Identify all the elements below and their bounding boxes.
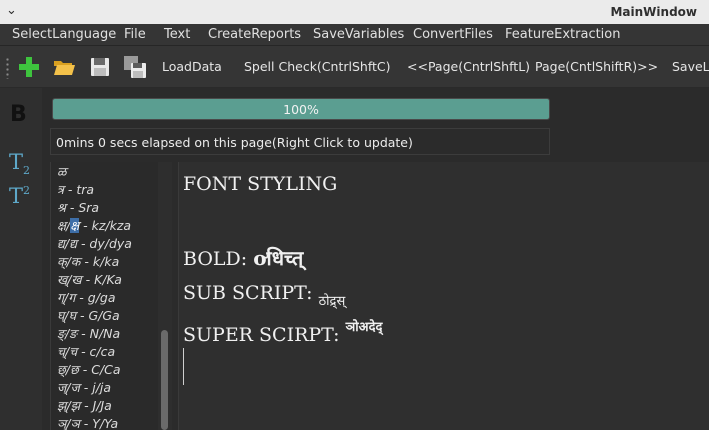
next-page-button[interactable]: Page(CntlShiftR)>> <box>535 59 658 74</box>
list-item[interactable]: क्/क - k/ka <box>57 253 119 271</box>
superscript-label: SUPER SCIRPT: <box>183 324 346 346</box>
elapsed-time-text: 0mins 0 secs elapsed on this page(Right … <box>56 135 413 150</box>
list-item-roman: - tra <box>63 182 95 197</box>
window-menu-icon[interactable]: ⌄ <box>6 3 17 18</box>
list-item[interactable]: ळ <box>57 163 67 181</box>
bold-label: BOLD: <box>183 248 254 270</box>
list-item[interactable]: द्य/द्य - dy/dya <box>57 235 132 253</box>
superscript-mark: 2 <box>23 184 31 197</box>
progress-text: 100% <box>283 102 319 117</box>
bold-sample: ơधिच्त् <box>253 246 304 270</box>
menu-file[interactable]: File <box>124 27 146 42</box>
spell-check-button[interactable]: Spell Check(CntrlShftC) <box>244 59 391 74</box>
prev-page-button[interactable]: <<Page(CntrlShftL) <box>407 59 530 74</box>
list-item-char: ज्/ज <box>57 380 80 395</box>
superscript-button[interactable]: T2 <box>9 184 30 208</box>
page-progress-bar: 100% <box>52 98 550 120</box>
list-item-char: श्र <box>57 200 66 215</box>
list-item-char: ळ <box>57 164 67 179</box>
menu-save-variables[interactable]: SaveVariables <box>313 27 404 42</box>
open-folder-icon[interactable] <box>52 55 76 79</box>
list-item[interactable]: ख्/ख - K/Ka <box>57 271 122 289</box>
character-list-scrollbar[interactable] <box>158 162 172 430</box>
menu-feature-extraction[interactable]: FeatureExtraction <box>505 27 621 42</box>
list-item-char: ग्/ग <box>57 290 76 305</box>
list-item-roman: - dy/dya <box>76 236 132 251</box>
load-data-button[interactable]: LoadData <box>162 59 222 74</box>
save-icon[interactable] <box>88 55 112 79</box>
list-item-char: क्/क <box>57 254 81 269</box>
list-item-char: च्/च <box>57 344 78 359</box>
save-log-button[interactable]: SaveLo <box>672 59 709 74</box>
list-item[interactable]: ग्/ग - g/ga <box>57 289 116 307</box>
list-item-char: झ्/झ <box>57 398 81 413</box>
text-caret <box>183 348 184 385</box>
list-item-roman: - K/Ka <box>81 272 122 287</box>
menu-text[interactable]: Text <box>164 27 190 42</box>
window-title: MainWindow <box>610 5 697 19</box>
list-item[interactable]: ञ्/ञ - Y/Ya <box>57 415 118 430</box>
elapsed-time-field[interactable]: 0mins 0 secs elapsed on this page(Right … <box>50 128 550 155</box>
editor-line-superscript: SUPER SCIRPT: ञोअदेद् <box>183 317 382 346</box>
editor-line-subscript: SUB SCRIPT: ठोद्र्स् <box>183 282 345 309</box>
list-item-roman: - G/Ga <box>76 308 120 323</box>
format-panel: B T2 T2 <box>0 88 42 430</box>
list-item-selection: क्ष <box>70 218 80 233</box>
list-item-roman: - N/Na <box>77 326 121 341</box>
menu-select-language[interactable]: SelectLanguage <box>12 27 116 42</box>
list-item-char: द्य/द्य <box>57 236 77 251</box>
list-item-roman: - k/ka <box>80 254 120 269</box>
list-item-roman: - c/ca <box>77 344 116 359</box>
scrollbar-thumb[interactable] <box>161 330 168 430</box>
list-item[interactable]: च्/च - c/ca <box>57 343 115 361</box>
save-all-icon[interactable] <box>123 55 147 79</box>
add-icon[interactable] <box>17 55 41 79</box>
list-item-roman: - g/ga <box>75 290 116 305</box>
list-item[interactable]: घ्/घ - G/Ga <box>57 307 120 325</box>
list-item-roman: - kz/kza <box>79 218 132 233</box>
list-item[interactable]: छ्/छ - C/Ca <box>57 361 121 379</box>
list-item[interactable]: त्र - tra <box>57 181 94 199</box>
list-item[interactable]: झ्/झ - J/Ja <box>57 397 112 415</box>
menu-convert-files[interactable]: ConvertFiles <box>413 27 493 42</box>
subscript-sample: ठोद्र्स् <box>318 294 346 309</box>
list-item[interactable]: ङ्/ङ - N/Na <box>57 325 120 343</box>
list-item-char: छ्/छ <box>57 362 79 377</box>
list-item-char: ञ्/ञ <box>57 416 80 430</box>
list-item-char: ङ्/ङ <box>57 326 78 341</box>
subscript-base: T <box>9 150 24 174</box>
character-list[interactable]: ळ त्र - tra श्र - Sra क्ष/क्ष - kz/kza द्य/द… <box>50 162 172 430</box>
list-item-char: क्ष/ <box>57 218 71 233</box>
title-bar: ⌄ MainWindow <box>0 0 709 24</box>
subscript-label: SUB SCRIPT: <box>183 282 319 304</box>
editor-line-bold: BOLD: ơधिच्त् <box>183 244 303 271</box>
subscript-mark: 2 <box>23 164 31 177</box>
editor-line-heading: FONT STYLING <box>183 173 338 195</box>
list-item-roman: - Sra <box>65 200 100 215</box>
list-item-char: घ्/घ <box>57 308 76 323</box>
bold-button[interactable]: B <box>10 102 27 127</box>
list-item-roman: - j/ja <box>79 380 112 395</box>
list-item-roman: - Y/Ya <box>79 416 119 430</box>
list-item-char: त्र <box>57 182 64 197</box>
subscript-button[interactable]: T2 <box>9 150 30 177</box>
list-item[interactable]: ज्/ज - j/ja <box>57 379 111 397</box>
superscript-base: T <box>9 184 24 208</box>
text-editor[interactable]: FONT STYLING BOLD: ơधिच्त् SUB SCRIPT: ठ… <box>178 162 709 430</box>
menu-create-reports[interactable]: CreateReports <box>208 27 301 42</box>
list-item[interactable]: क्ष/क्ष - kz/kza <box>57 217 131 235</box>
list-item-roman: - C/Ca <box>78 362 121 377</box>
toolbar: LoadData Spell Check(CntrlShftC) <<Page(… <box>0 46 709 88</box>
list-item[interactable]: श्र - Sra <box>57 199 99 217</box>
list-item-roman: - J/Ja <box>80 398 112 413</box>
superscript-sample: ञोअदेद् <box>345 320 383 335</box>
toolbar-grip[interactable] <box>6 57 9 79</box>
list-item-char: ख्/ख <box>57 272 82 287</box>
menu-bar: SelectLanguage File Text CreateReports S… <box>0 24 709 46</box>
